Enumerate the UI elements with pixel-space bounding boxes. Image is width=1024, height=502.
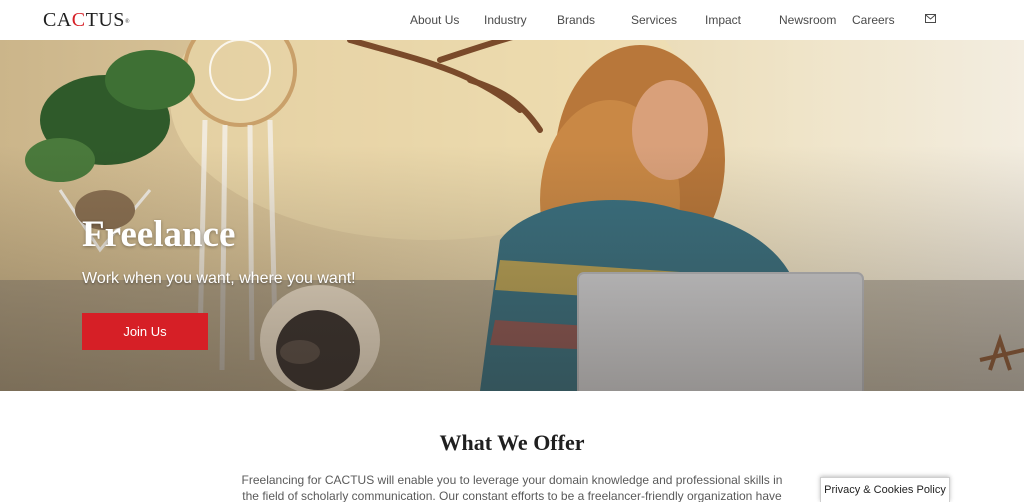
section-paragraph: Freelancing for CACTUS will enable you t… bbox=[241, 473, 783, 502]
nav-industry[interactable]: Industry bbox=[484, 13, 527, 27]
section-title-what-we-offer: What We Offer bbox=[439, 430, 585, 455]
logo-registered-mark: ® bbox=[124, 19, 130, 25]
nav-about-us[interactable]: About Us bbox=[410, 13, 459, 27]
logo-text-accent: C bbox=[71, 9, 86, 31]
logo-text-1: CA bbox=[43, 9, 72, 31]
hero-banner: Freelance Work when you want, where you … bbox=[0, 40, 1024, 391]
nav-impact[interactable]: Impact bbox=[705, 13, 741, 27]
site-header: CACTUS® About Us Industry Brands Service… bbox=[0, 0, 1024, 40]
logo-text-2: TUS bbox=[85, 9, 125, 31]
envelope-icon[interactable] bbox=[925, 14, 936, 23]
nav-brands[interactable]: Brands bbox=[557, 13, 595, 27]
cactus-logo[interactable]: CACTUS® bbox=[43, 10, 130, 30]
hero-title: Freelance bbox=[82, 214, 236, 255]
hero-subtitle: Work when you want, where you want! bbox=[82, 270, 356, 287]
nav-newsroom[interactable]: Newsroom bbox=[779, 13, 836, 27]
nav-careers[interactable]: Careers bbox=[852, 13, 895, 27]
join-us-button[interactable]: Join Us bbox=[82, 313, 208, 350]
nav-services[interactable]: Services bbox=[631, 13, 677, 27]
privacy-cookies-tab[interactable]: Privacy & Cookies Policy bbox=[820, 477, 950, 502]
